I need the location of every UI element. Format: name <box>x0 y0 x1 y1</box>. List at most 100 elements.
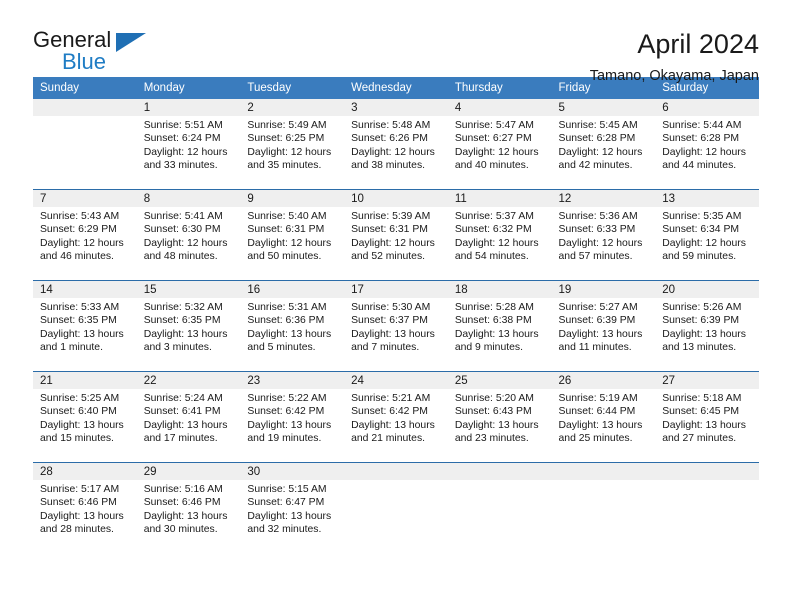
day-cell[interactable]: 10 Sunrise: 5:39 AM Sunset: 6:31 PM Dayl… <box>344 189 448 281</box>
day-cell[interactable]: 26 Sunrise: 5:19 AM Sunset: 6:44 PM Dayl… <box>551 371 656 463</box>
day-cell[interactable] <box>344 462 448 553</box>
day-details: Sunrise: 5:31 AM Sunset: 6:36 PM Dayligh… <box>240 298 344 355</box>
daylight-text-line1: Daylight: 13 hours <box>351 328 435 340</box>
daylight-text-line1: Daylight: 12 hours <box>454 146 539 158</box>
daylight-text-line2: and 3 minutes. <box>143 342 212 354</box>
day-cell[interactable]: 8 Sunrise: 5:41 AM Sunset: 6:30 PM Dayli… <box>136 189 241 281</box>
daylight-text-line1: Daylight: 12 hours <box>351 237 435 249</box>
day-cell[interactable]: 16 Sunrise: 5:31 AM Sunset: 6:36 PM Dayl… <box>240 280 345 372</box>
daylight-text-line1: Daylight: 12 hours <box>454 237 539 249</box>
daylight-text-line1: Daylight: 12 hours <box>40 237 124 249</box>
sunset-text: Sunset: 6:47 PM <box>247 497 325 509</box>
day-number: 10 <box>344 190 448 207</box>
day-cell[interactable] <box>447 462 552 553</box>
day-cell[interactable]: 18 Sunrise: 5:28 AM Sunset: 6:38 PM Dayl… <box>447 280 552 372</box>
day-cell[interactable]: 24 Sunrise: 5:21 AM Sunset: 6:42 PM Dayl… <box>344 371 448 463</box>
day-number: 29 <box>136 463 241 480</box>
day-cell[interactable]: 17 Sunrise: 5:30 AM Sunset: 6:37 PM Dayl… <box>344 280 448 372</box>
sunrise-text: Sunrise: 5:24 AM <box>143 393 223 404</box>
day-cell[interactable]: 27 Sunrise: 5:18 AM Sunset: 6:45 PM Dayl… <box>655 371 759 463</box>
day-details: Sunrise: 5:30 AM Sunset: 6:37 PM Dayligh… <box>344 298 448 355</box>
day-cell[interactable] <box>655 462 759 553</box>
day-cell[interactable]: 29 Sunrise: 5:16 AM Sunset: 6:46 PM Dayl… <box>136 462 241 553</box>
day-number: 30 <box>240 463 345 480</box>
logo-text-blue: Blue <box>62 49 107 74</box>
day-details: Sunrise: 5:22 AM Sunset: 6:42 PM Dayligh… <box>240 389 344 446</box>
daylight-text-line1: Daylight: 12 hours <box>558 146 643 158</box>
day-details: Sunrise: 5:40 AM Sunset: 6:31 PM Dayligh… <box>240 207 344 264</box>
daylight-text-line1: Daylight: 12 hours <box>247 237 332 249</box>
day-number: 5 <box>551 99 656 116</box>
daylight-text-line1: Daylight: 12 hours <box>247 146 332 158</box>
day-cell[interactable]: 2 Sunrise: 5:49 AM Sunset: 6:25 PM Dayli… <box>240 99 345 190</box>
day-cell[interactable]: 21 Sunrise: 5:25 AM Sunset: 6:40 PM Dayl… <box>33 371 137 463</box>
day-cell[interactable]: 11 Sunrise: 5:37 AM Sunset: 6:32 PM Dayl… <box>447 189 552 281</box>
daylight-text-line1: Daylight: 13 hours <box>247 510 332 522</box>
sunset-text: Sunset: 6:25 PM <box>247 133 325 145</box>
day-number: 21 <box>33 372 137 389</box>
sunrise-text: Sunrise: 5:25 AM <box>40 393 120 404</box>
day-cell[interactable]: 15 Sunrise: 5:32 AM Sunset: 6:35 PM Dayl… <box>136 280 241 372</box>
daylight-text-line2: and 35 minutes. <box>247 160 322 172</box>
day-number: 8 <box>136 190 241 207</box>
day-cell[interactable]: 22 Sunrise: 5:24 AM Sunset: 6:41 PM Dayl… <box>136 371 241 463</box>
day-cell[interactable]: 20 Sunrise: 5:26 AM Sunset: 6:39 PM Dayl… <box>655 280 759 372</box>
day-cell[interactable]: 30 Sunrise: 5:15 AM Sunset: 6:47 PM Dayl… <box>240 462 345 553</box>
sunset-text: Sunset: 6:42 PM <box>351 406 428 418</box>
daylight-text-line2: and 21 minutes. <box>351 433 426 445</box>
daylight-text-line2: and 1 minute. <box>40 342 103 354</box>
day-cell[interactable]: 1 Sunrise: 5:51 AM Sunset: 6:24 PM Dayli… <box>136 99 241 190</box>
day-cell[interactable] <box>551 462 656 553</box>
calendar-week-row: 1 Sunrise: 5:51 AM Sunset: 6:24 PM Dayli… <box>33 99 759 190</box>
daylight-text-line2: and 57 minutes. <box>558 251 633 263</box>
day-number: 6 <box>655 99 759 116</box>
day-cell[interactable]: 4 Sunrise: 5:47 AM Sunset: 6:27 PM Dayli… <box>447 99 552 190</box>
day-cell[interactable]: 7 Sunrise: 5:43 AM Sunset: 6:29 PM Dayli… <box>33 189 137 281</box>
daylight-text-line1: Daylight: 12 hours <box>662 146 746 158</box>
day-cell[interactable]: 9 Sunrise: 5:40 AM Sunset: 6:31 PM Dayli… <box>240 189 345 281</box>
day-cell[interactable]: 14 Sunrise: 5:33 AM Sunset: 6:35 PM Dayl… <box>33 280 137 372</box>
page-header: General Blue April 2024 Tamano, Okayama,… <box>33 0 759 84</box>
sunset-text: Sunset: 6:37 PM <box>351 315 428 327</box>
calendar-body: 1 Sunrise: 5:51 AM Sunset: 6:24 PM Dayli… <box>33 99 759 553</box>
daylight-text-line1: Daylight: 13 hours <box>40 419 124 431</box>
daylight-text-line2: and 5 minutes. <box>247 342 316 354</box>
daylight-text-line1: Daylight: 13 hours <box>143 510 228 522</box>
day-cell[interactable]: 6 Sunrise: 5:44 AM Sunset: 6:28 PM Dayli… <box>655 99 759 190</box>
day-cell[interactable] <box>33 99 137 190</box>
day-cell[interactable]: 5 Sunrise: 5:45 AM Sunset: 6:28 PM Dayli… <box>551 99 656 190</box>
sunset-text: Sunset: 6:43 PM <box>454 406 532 418</box>
day-number: 26 <box>551 372 656 389</box>
sunset-text: Sunset: 6:34 PM <box>662 224 740 236</box>
sunrise-text: Sunrise: 5:32 AM <box>143 302 223 313</box>
day-details: Sunrise: 5:24 AM Sunset: 6:41 PM Dayligh… <box>137 389 241 446</box>
daylight-text-line1: Daylight: 13 hours <box>351 419 435 431</box>
day-cell[interactable]: 23 Sunrise: 5:22 AM Sunset: 6:42 PM Dayl… <box>240 371 345 463</box>
daylight-text-line1: Daylight: 13 hours <box>662 328 746 340</box>
daylight-text-line1: Daylight: 12 hours <box>143 146 228 158</box>
day-cell[interactable]: 28 Sunrise: 5:17 AM Sunset: 6:46 PM Dayl… <box>33 462 137 553</box>
day-number: 4 <box>447 99 552 116</box>
day-number: 27 <box>655 372 759 389</box>
day-cell[interactable]: 25 Sunrise: 5:20 AM Sunset: 6:43 PM Dayl… <box>447 371 552 463</box>
daylight-text-line1: Daylight: 13 hours <box>247 419 332 431</box>
daylight-text-line1: Daylight: 13 hours <box>143 328 228 340</box>
day-cell[interactable]: 13 Sunrise: 5:35 AM Sunset: 6:34 PM Dayl… <box>655 189 759 281</box>
day-details: Sunrise: 5:35 AM Sunset: 6:34 PM Dayligh… <box>655 207 759 264</box>
sunrise-text: Sunrise: 5:45 AM <box>558 120 638 131</box>
daylight-text-line2: and 28 minutes. <box>40 524 114 536</box>
day-number: 19 <box>551 281 656 298</box>
sunset-text: Sunset: 6:46 PM <box>143 497 221 509</box>
day-details: Sunrise: 5:27 AM Sunset: 6:39 PM Dayligh… <box>552 298 656 355</box>
day-cell[interactable]: 19 Sunrise: 5:27 AM Sunset: 6:39 PM Dayl… <box>551 280 656 372</box>
sunrise-text: Sunrise: 5:37 AM <box>454 211 534 222</box>
day-number <box>447 463 552 480</box>
day-number: 15 <box>136 281 241 298</box>
daylight-text-line1: Daylight: 13 hours <box>143 419 228 431</box>
weekday-header-thursday: Thursday <box>447 77 552 99</box>
sunrise-text: Sunrise: 5:40 AM <box>247 211 327 222</box>
calendar-week-row: 7 Sunrise: 5:43 AM Sunset: 6:29 PM Dayli… <box>33 189 759 281</box>
sunset-text: Sunset: 6:40 PM <box>40 406 117 418</box>
day-cell[interactable]: 12 Sunrise: 5:36 AM Sunset: 6:33 PM Dayl… <box>551 189 656 281</box>
day-cell[interactable]: 3 Sunrise: 5:48 AM Sunset: 6:26 PM Dayli… <box>344 99 448 190</box>
